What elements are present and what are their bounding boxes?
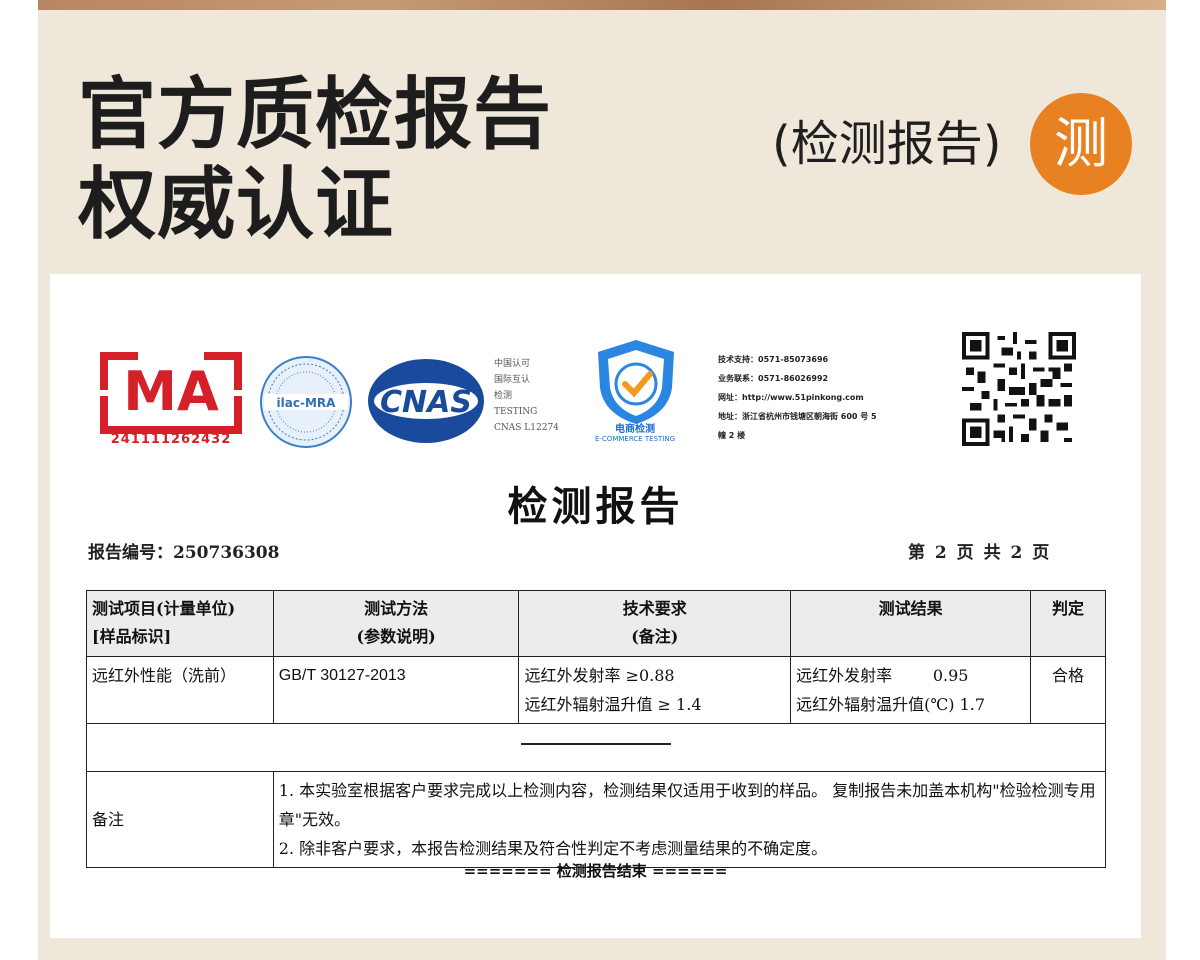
header-result: 测试结果 bbox=[790, 590, 1032, 657]
result-table: 测试项目(计量单位) [样品标识] 测试方法 (参数说明) 技术要求 (备注) … bbox=[86, 590, 1107, 868]
note-line: 2. 除非客户要求，本报告检测结果及符合性判定不考虑测量结果的不确定度。 bbox=[278, 839, 828, 858]
requirement-line: 远红外发射率 ≥0.88 bbox=[524, 666, 675, 685]
subhead: (检测报告) bbox=[772, 116, 1002, 172]
cnas-caption-line: 中国认可 bbox=[494, 359, 531, 369]
divider bbox=[521, 742, 671, 745]
contact-address: 地址：浙江省杭州市钱塘区朝海街 600 号 5 bbox=[718, 412, 877, 421]
cell-item: 远红外性能（洗前） bbox=[86, 656, 274, 724]
document-title: 检测报告 bbox=[507, 483, 684, 530]
report-sheet: MA 241111262432 ilac-MRA CNAS 中国认可 国际互认 … bbox=[50, 274, 1141, 938]
svg-text:MA: MA bbox=[123, 360, 219, 423]
cnas-caption-line: 检测 bbox=[494, 391, 513, 401]
report-end-marker: ======= 检测报告结束 ====== bbox=[463, 862, 728, 880]
cnas-caption-line: CNAS L12274 bbox=[494, 423, 559, 433]
contact-tech: 技术支持：0571-85073696 bbox=[718, 355, 829, 364]
ilac-mra-logo-icon: ilac-MRA bbox=[260, 356, 352, 448]
cell-requirement: 远红外发射率 ≥0.88 远红外辐射温升值 ≥ 1.4 bbox=[518, 656, 792, 724]
contact-address-cont: 幢 2 楼 bbox=[718, 431, 746, 440]
svg-text:ilac-MRA: ilac-MRA bbox=[277, 396, 337, 410]
cnas-caption-line: 国际互认 bbox=[494, 375, 531, 385]
page-info: 第 2 页 共 2 页 bbox=[908, 543, 1052, 563]
badge: 测 bbox=[1030, 93, 1132, 195]
contact-website: 网址：http://www.51pinkong.com bbox=[718, 393, 864, 402]
contact-business: 业务联系：0571-86026992 bbox=[718, 374, 829, 383]
note-content: 1. 本实验室根据客户要求完成以上检测内容，检测结果仅适用于收到的样品。 复制报… bbox=[272, 771, 1107, 868]
headline-line1: 官方质检报告 bbox=[78, 70, 553, 160]
contact-info: 技术支持：0571-85073696 业务联系：0571-86026992 网址… bbox=[718, 350, 958, 445]
top-photo-strip bbox=[38, 0, 1166, 10]
header-line: (参数说明) bbox=[356, 627, 436, 646]
requirement-line: 远红外辐射温升值 ≥ 1.4 bbox=[524, 695, 702, 714]
header-line: (备注) bbox=[631, 627, 679, 646]
header-verdict: 判定 bbox=[1030, 590, 1106, 657]
ecommerce-subtitle: E-COMMERCE TESTING bbox=[594, 435, 676, 443]
header-requirement: 技术要求 (备注) bbox=[518, 590, 792, 657]
table-row: 远红外性能（洗前） GB/T 30127-2013 远红外发射率 ≥0.88 远… bbox=[86, 656, 1106, 724]
note-line: 1. 本实验室根据客户要求完成以上检测内容，检测结果仅适用于收到的样品。 复制报… bbox=[278, 781, 1096, 829]
qr-code-icon bbox=[962, 332, 1076, 446]
cma-number: 241111262432 bbox=[110, 432, 232, 447]
cnas-logo-icon: CNAS bbox=[368, 359, 484, 443]
header-line: [样品标识] bbox=[92, 627, 172, 646]
blank-cell bbox=[86, 723, 1106, 772]
svg-text:CNAS: CNAS bbox=[380, 385, 472, 420]
header-test-item: 测试项目(计量单位) [样品标识] bbox=[86, 590, 274, 657]
result-line: 远红外发射率 0.95 bbox=[796, 666, 969, 685]
cell-verdict: 合格 bbox=[1030, 656, 1106, 724]
header-line: 测试方法 bbox=[364, 599, 429, 618]
headline: 官方质检报告 权威认证 bbox=[78, 70, 552, 250]
header-test-method: 测试方法 (参数说明) bbox=[272, 590, 520, 657]
note-label: 备注 bbox=[86, 771, 274, 868]
table-header-row: 测试项目(计量单位) [样品标识] 测试方法 (参数说明) 技术要求 (备注) … bbox=[86, 590, 1106, 657]
header-line: 测试项目(计量单位) bbox=[92, 599, 236, 618]
logo-row: MA 241111262432 ilac-MRA CNAS 中国认可 国际互认 … bbox=[50, 274, 1141, 454]
headline-line2: 权威认证 bbox=[78, 160, 395, 250]
cnas-caption-line: TESTING bbox=[494, 407, 538, 417]
cell-method: GB/T 30127-2013 bbox=[272, 656, 520, 724]
header-line: 技术要求 bbox=[622, 599, 687, 618]
result-line: 远红外辐射温升值(℃) 1.7 bbox=[796, 695, 986, 714]
table-row-notes: 备注 1. 本实验室根据客户要求完成以上检测内容，检测结果仅适用于收到的样品。 … bbox=[86, 771, 1107, 868]
report-number: 报告编号：250736308 bbox=[88, 543, 280, 563]
cell-result: 远红外发射率 0.95 远红外辐射温升值(℃) 1.7 bbox=[790, 656, 1032, 724]
table-row-blank bbox=[86, 723, 1106, 772]
cnas-caption: 中国认可 国际互认 检测 TESTING CNAS L12274 bbox=[494, 356, 574, 436]
